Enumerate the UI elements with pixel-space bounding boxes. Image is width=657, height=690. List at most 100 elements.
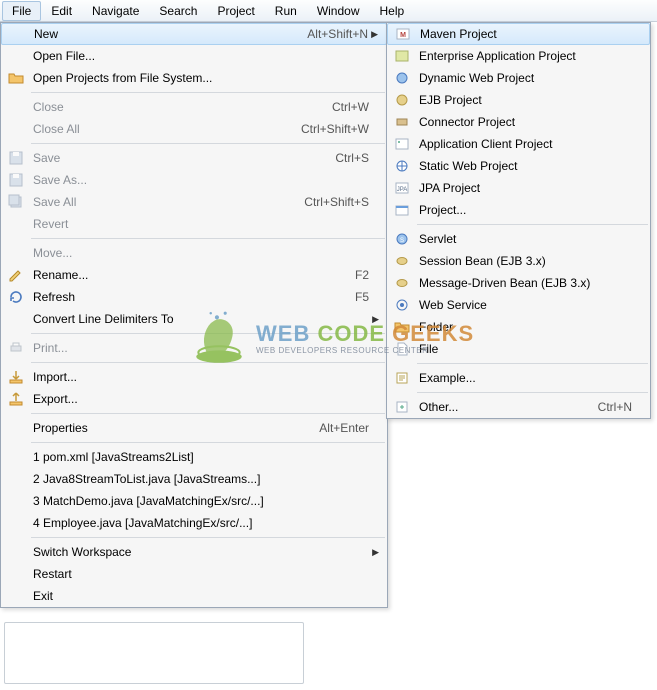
new-menu-dynamic-web-project[interactable]: Dynamic Web Project bbox=[387, 67, 650, 89]
new-menu-maven-project[interactable]: MMaven Project bbox=[387, 23, 650, 45]
menubar-help[interactable]: Help bbox=[370, 1, 415, 21]
file-menu-1-pom-xml-javastreams2list[interactable]: 1 pom.xml [JavaStreams2List] bbox=[1, 446, 387, 468]
new-menu-example[interactable]: Example... bbox=[387, 367, 650, 389]
file-menu-rename[interactable]: Rename...F2 bbox=[1, 264, 387, 286]
menubar-project[interactable]: Project bbox=[207, 1, 264, 21]
file-menu-switch-workspace[interactable]: Switch Workspace▶ bbox=[1, 541, 387, 563]
menu-item-label: Revert bbox=[27, 217, 369, 231]
submenu-arrow-icon: ▶ bbox=[369, 547, 379, 558]
menubar-file[interactable]: File bbox=[2, 1, 41, 21]
dynweb-icon bbox=[391, 70, 413, 86]
menu-item-label: 1 pom.xml [JavaStreams2List] bbox=[27, 450, 369, 464]
menu-item-label: Project... bbox=[413, 203, 632, 217]
file-menu-save[interactable]: SaveCtrl+S bbox=[1, 147, 387, 169]
new-menu-folder[interactable]: Folder bbox=[387, 316, 650, 338]
menu-item-label: JPA Project bbox=[413, 181, 632, 195]
menu-item-shortcut: Ctrl+N bbox=[578, 400, 632, 414]
menu-separator bbox=[31, 238, 385, 239]
menu-item-label: 3 MatchDemo.java [JavaMatchingEx/src/...… bbox=[27, 494, 369, 508]
menu-separator bbox=[31, 413, 385, 414]
file-menu-2-java8streamtolist-java-javastreams[interactable]: 2 Java8StreamToList.java [JavaStreams...… bbox=[1, 468, 387, 490]
menubar: FileEditNavigateSearchProjectRunWindowHe… bbox=[0, 0, 657, 22]
new-menu-session-bean-ejb-3-x[interactable]: Session Bean (EJB 3.x) bbox=[387, 250, 650, 272]
menu-item-label: Switch Workspace bbox=[27, 545, 369, 559]
new-menu-file[interactable]: File bbox=[387, 338, 650, 360]
blank-icon bbox=[5, 566, 27, 582]
menubar-edit[interactable]: Edit bbox=[41, 1, 82, 21]
menu-item-label: Other... bbox=[413, 400, 578, 414]
file-menu-restart[interactable]: Restart bbox=[1, 563, 387, 585]
menu-item-label: EJB Project bbox=[413, 93, 632, 107]
file-menu-open-projects-from-file-system[interactable]: Open Projects from File System... bbox=[1, 67, 387, 89]
new-menu-project[interactable]: Project... bbox=[387, 199, 650, 221]
blank-icon bbox=[5, 588, 27, 604]
menubar-search[interactable]: Search bbox=[149, 1, 207, 21]
file-menu-new[interactable]: NewAlt+Shift+N▶ bbox=[1, 23, 387, 45]
new-menu-servlet[interactable]: SServlet bbox=[387, 228, 650, 250]
menu-item-label: Message-Driven Bean (EJB 3.x) bbox=[413, 276, 632, 290]
staticweb-icon bbox=[391, 158, 413, 174]
file-menu-revert[interactable]: Revert bbox=[1, 213, 387, 235]
menu-item-label: Close All bbox=[27, 122, 281, 136]
menu-item-label: Enterprise Application Project bbox=[413, 49, 632, 63]
new-menu-jpa-project[interactable]: JPA JPA Project bbox=[387, 177, 650, 199]
blank-icon bbox=[5, 471, 27, 487]
menubar-window[interactable]: Window bbox=[307, 1, 370, 21]
save-all-icon bbox=[5, 194, 27, 210]
menu-item-label: Web Service bbox=[413, 298, 632, 312]
file-icon bbox=[391, 341, 413, 357]
menu-item-shortcut: Alt+Shift+N bbox=[287, 27, 368, 41]
file-menu-export[interactable]: Export... bbox=[1, 388, 387, 410]
menubar-run[interactable]: Run bbox=[265, 1, 307, 21]
file-menu-open-file[interactable]: Open File... bbox=[1, 45, 387, 67]
menu-item-label: 4 Employee.java [JavaMatchingEx/src/...] bbox=[27, 516, 369, 530]
file-menu-properties[interactable]: PropertiesAlt+Enter bbox=[1, 417, 387, 439]
file-menu-exit[interactable]: Exit bbox=[1, 585, 387, 607]
menu-item-shortcut: Ctrl+Shift+S bbox=[284, 195, 369, 209]
menu-item-shortcut: Alt+Enter bbox=[299, 421, 369, 435]
blank-icon bbox=[5, 493, 27, 509]
svg-text:JPA: JPA bbox=[397, 187, 408, 193]
submenu-arrow-icon: ▶ bbox=[368, 29, 378, 40]
blank-icon bbox=[5, 48, 27, 64]
menu-item-label: Exit bbox=[27, 589, 369, 603]
webservice-icon bbox=[391, 297, 413, 313]
file-menu-move[interactable]: Move... bbox=[1, 242, 387, 264]
menu-separator bbox=[31, 537, 385, 538]
import-icon bbox=[5, 369, 27, 385]
ear-icon bbox=[391, 48, 413, 64]
menu-item-label: Convert Line Delimiters To bbox=[27, 312, 369, 326]
menu-separator bbox=[417, 392, 648, 393]
new-menu-web-service[interactable]: Web Service bbox=[387, 294, 650, 316]
new-menu-connector-project[interactable]: Connector Project bbox=[387, 111, 650, 133]
menu-item-label: Properties bbox=[27, 421, 299, 435]
bean-icon bbox=[391, 275, 413, 291]
file-menu-3-matchdemo-java-javamatchingex-src[interactable]: 3 MatchDemo.java [JavaMatchingEx/src/...… bbox=[1, 490, 387, 512]
new-menu-static-web-project[interactable]: Static Web Project bbox=[387, 155, 650, 177]
blank-icon bbox=[5, 99, 27, 115]
menu-item-label: Example... bbox=[413, 371, 632, 385]
file-menu-print[interactable]: Print... bbox=[1, 337, 387, 359]
file-menu-save-all[interactable]: Save AllCtrl+Shift+S bbox=[1, 191, 387, 213]
new-menu-message-driven-bean-ejb-3-x[interactable]: Message-Driven Bean (EJB 3.x) bbox=[387, 272, 650, 294]
file-menu-4-employee-java-javamatchingex-src[interactable]: 4 Employee.java [JavaMatchingEx/src/...] bbox=[1, 512, 387, 534]
menu-separator bbox=[31, 333, 385, 334]
file-menu-refresh[interactable]: RefreshF5 bbox=[1, 286, 387, 308]
ejb-icon bbox=[391, 92, 413, 108]
new-menu-ejb-project[interactable]: EJB Project bbox=[387, 89, 650, 111]
menu-item-label: Application Client Project bbox=[413, 137, 632, 151]
new-menu-other[interactable]: Other...Ctrl+N bbox=[387, 396, 650, 418]
file-menu-save-as[interactable]: Save As... bbox=[1, 169, 387, 191]
editor-area bbox=[4, 622, 304, 684]
file-menu-close[interactable]: CloseCtrl+W bbox=[1, 96, 387, 118]
new-menu-enterprise-application-project[interactable]: Enterprise Application Project bbox=[387, 45, 650, 67]
file-menu-close-all[interactable]: Close AllCtrl+Shift+W bbox=[1, 118, 387, 140]
menubar-navigate[interactable]: Navigate bbox=[82, 1, 149, 21]
menu-item-label: New bbox=[28, 27, 287, 41]
file-menu-import[interactable]: Import... bbox=[1, 366, 387, 388]
maven-icon: M bbox=[392, 26, 414, 42]
menu-item-label: Servlet bbox=[413, 232, 632, 246]
file-menu-convert-line-delimiters-to[interactable]: Convert Line Delimiters To▶ bbox=[1, 308, 387, 330]
servlet-icon: S bbox=[391, 231, 413, 247]
new-menu-application-client-project[interactable]: Application Client Project bbox=[387, 133, 650, 155]
